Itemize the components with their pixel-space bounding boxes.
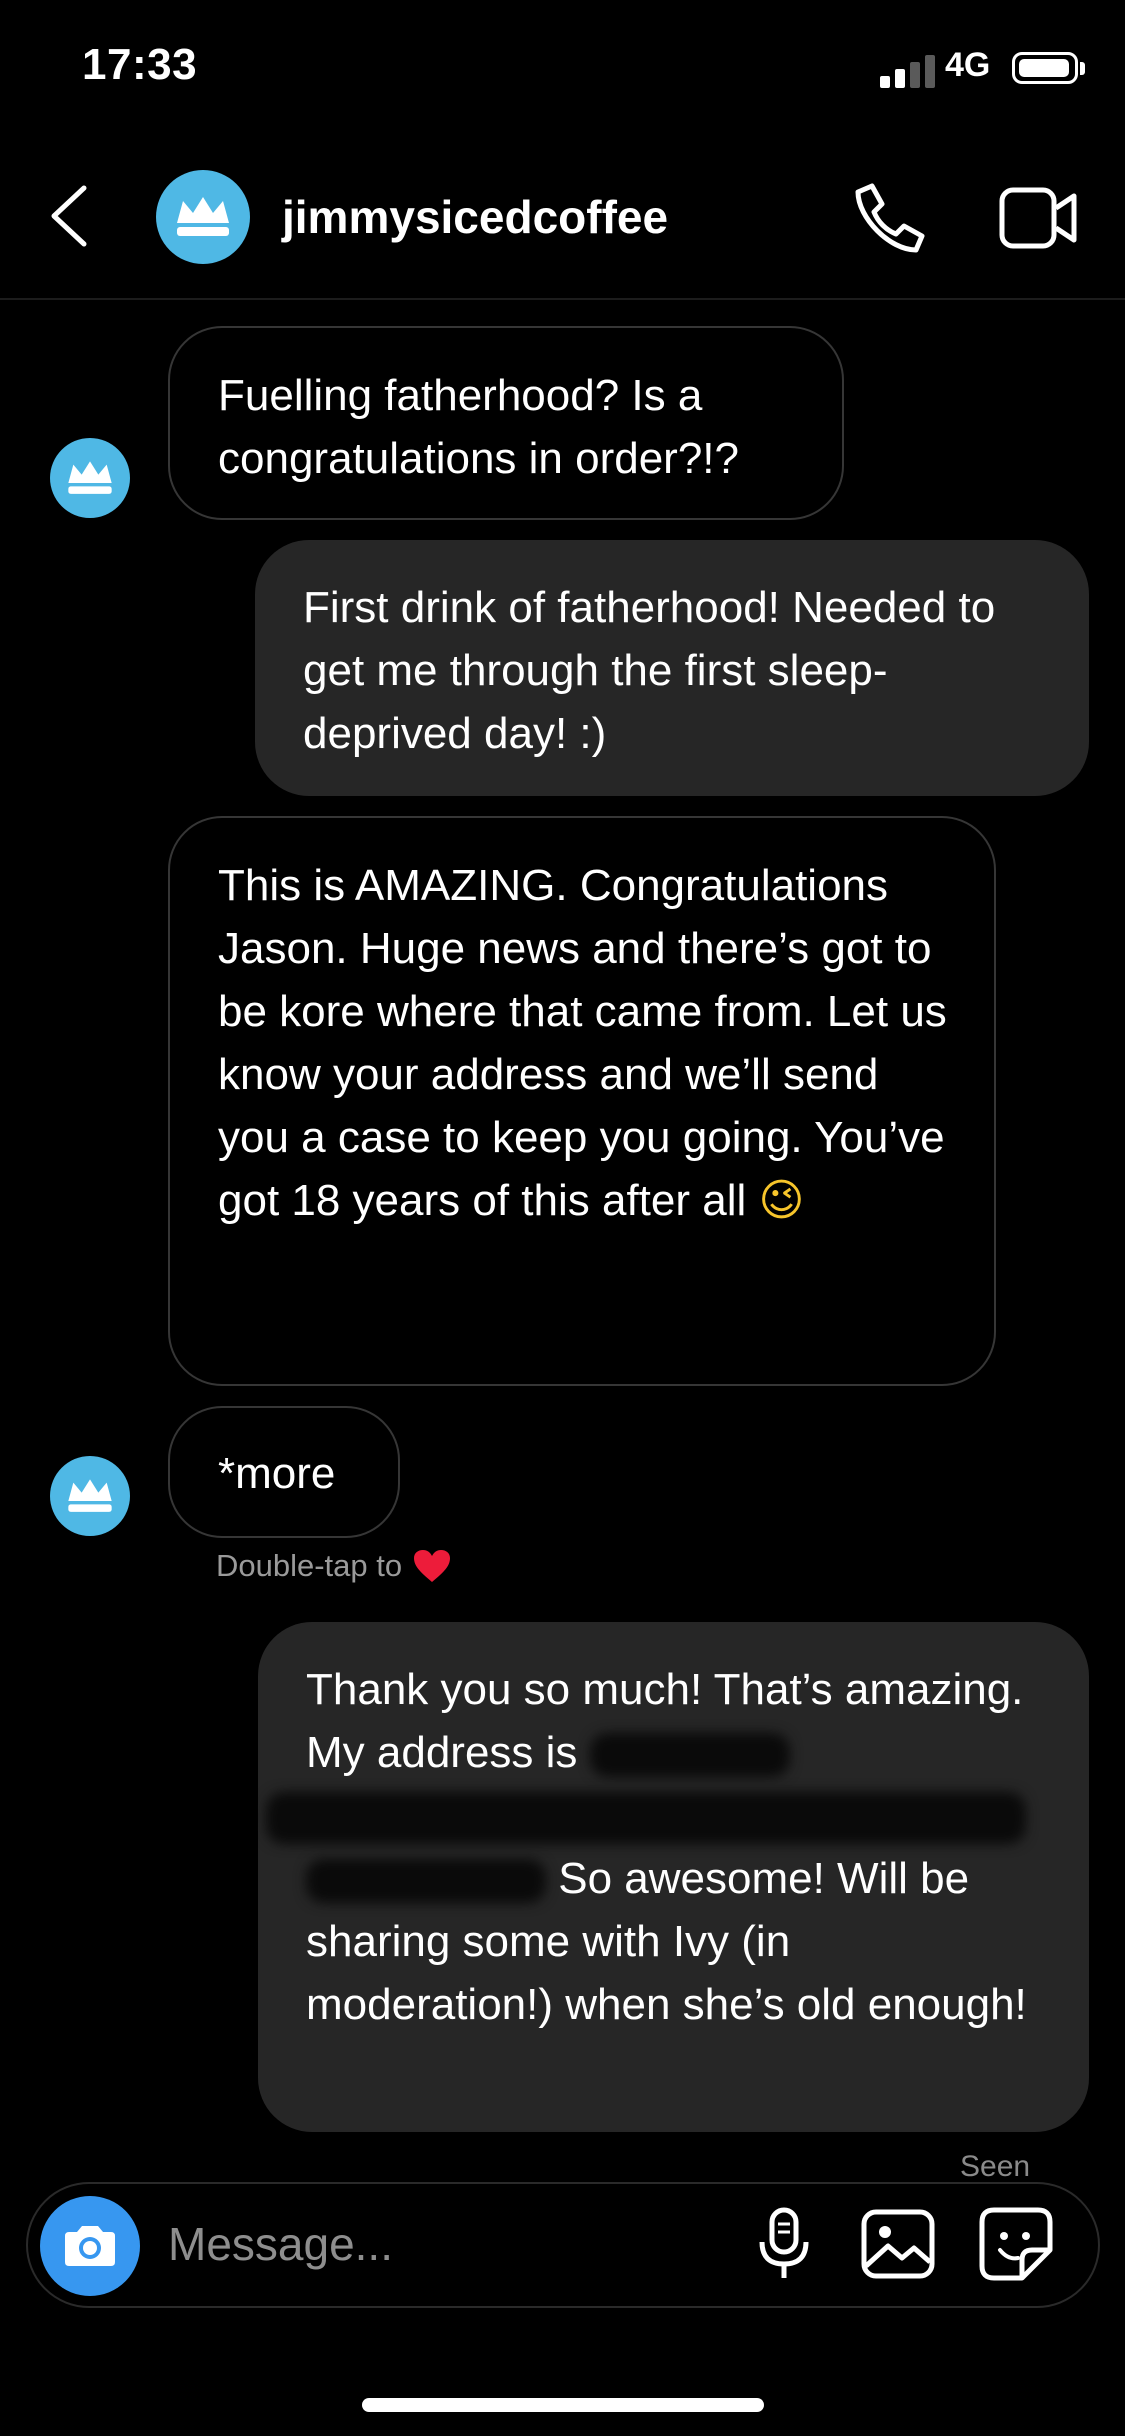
incoming-message[interactable]: This is AMAZING. Congratulations Jason. … xyxy=(168,816,996,1386)
message-text: Fuelling fatherhood? Is a congratulation… xyxy=(218,371,739,483)
conversation-username[interactable]: jimmysicedcoffee xyxy=(282,190,668,244)
battery-icon xyxy=(1012,52,1078,84)
redacted-address xyxy=(589,1733,790,1778)
sticker-icon xyxy=(979,2207,1053,2281)
crown-icon xyxy=(177,197,229,236)
hint-label: Double-tap to xyxy=(216,1548,403,1583)
microphone-icon xyxy=(759,2207,809,2278)
video-call-button[interactable] xyxy=(996,180,1082,256)
back-chevron-icon xyxy=(51,185,87,247)
crown-icon xyxy=(68,461,112,494)
heart-icon xyxy=(414,1550,451,1582)
wink-emoji: 😉 xyxy=(758,1175,805,1226)
redacted-address xyxy=(266,1792,1026,1845)
double-tap-hint: Double-tap to xyxy=(216,1548,452,1584)
message-text: First drink of fatherhood! Needed to get… xyxy=(303,583,996,758)
header-avatar[interactable] xyxy=(156,170,250,264)
message-input[interactable] xyxy=(166,2210,730,2278)
network-type: 4G xyxy=(945,46,991,84)
video-camera-icon xyxy=(999,187,1077,249)
sender-avatar[interactable] xyxy=(50,1456,130,1536)
status-time: 17:33 xyxy=(82,40,198,89)
home-indicator xyxy=(362,2398,764,2412)
outgoing-message[interactable]: First drink of fatherhood! Needed to get… xyxy=(255,540,1089,796)
gallery-icon xyxy=(861,2209,935,2279)
seen-receipt: Seen xyxy=(960,2150,1031,2183)
outgoing-message[interactable]: Thank you so much! That’s amazing. My ad… xyxy=(258,1622,1089,2132)
redacted-address xyxy=(306,1859,546,1904)
camera-icon xyxy=(65,2226,115,2266)
message-text: *more xyxy=(218,1449,336,1498)
battery-tip xyxy=(1080,62,1085,75)
sender-avatar[interactable] xyxy=(50,438,130,518)
voice-call-button[interactable] xyxy=(850,178,930,258)
back-button[interactable] xyxy=(48,184,92,248)
crown-icon xyxy=(68,1479,112,1512)
header-divider xyxy=(0,298,1125,300)
incoming-message[interactable]: *more xyxy=(168,1406,400,1538)
phone-icon xyxy=(855,183,925,253)
signal-icon xyxy=(880,54,936,88)
sticker-button[interactable] xyxy=(976,2204,1056,2284)
incoming-message[interactable]: Fuelling fatherhood? Is a congratulation… xyxy=(168,326,844,520)
voice-message-button[interactable] xyxy=(744,2204,824,2284)
gallery-button[interactable] xyxy=(858,2204,938,2284)
message-text: This is AMAZING. Congratulations Jason. … xyxy=(218,861,947,1225)
camera-button[interactable] xyxy=(40,2196,140,2296)
